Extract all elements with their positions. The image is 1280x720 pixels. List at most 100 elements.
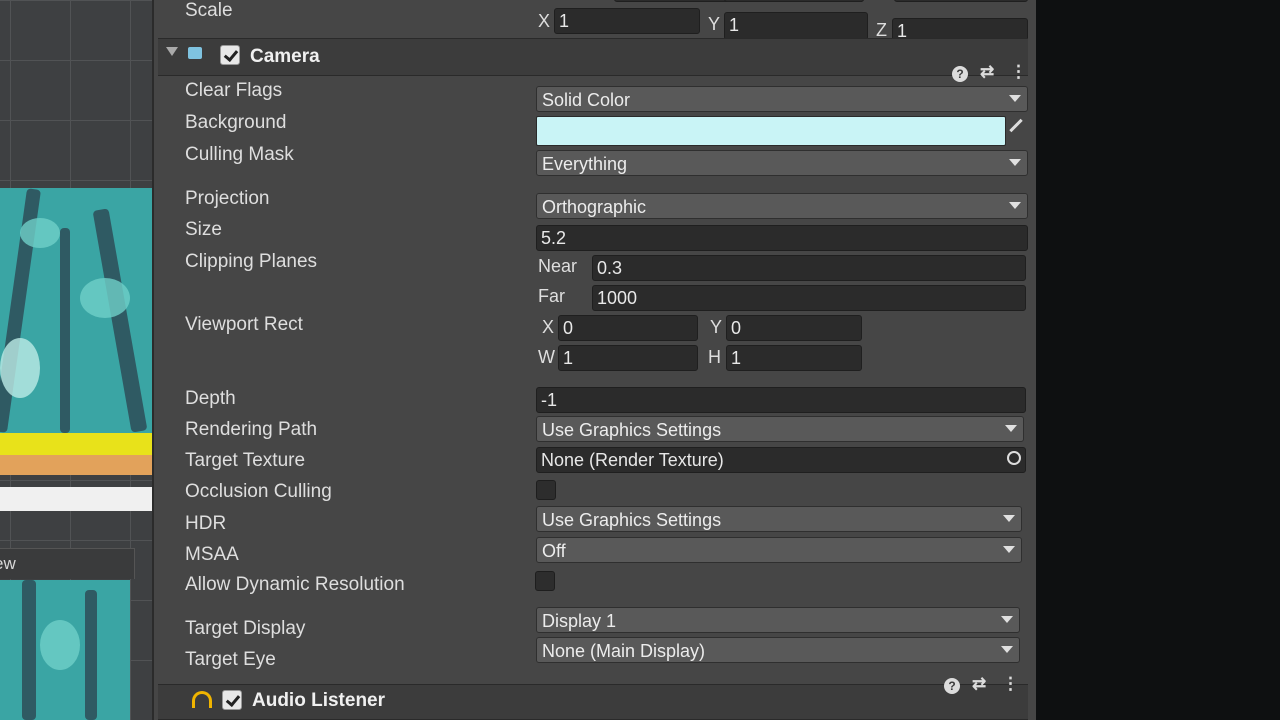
game-view-tab[interactable]: ew: [0, 548, 135, 579]
camera-icon: [188, 47, 202, 59]
tree-trunk: [92, 208, 148, 433]
near-clip-field[interactable]: 0.3: [592, 255, 1026, 281]
rotation-z-partial[interactable]: Z 0: [894, 0, 1028, 2]
clear-flags-dropdown[interactable]: Solid Color: [536, 86, 1028, 112]
viewport-y-field[interactable]: 0: [726, 315, 862, 341]
hdr-dropdown[interactable]: Use Graphics Settings: [536, 506, 1022, 532]
context-menu-icon[interactable]: ⋮: [1010, 62, 1027, 82]
clipping-planes-label: Clipping Planes: [185, 251, 318, 272]
eyedropper-icon[interactable]: [1009, 118, 1023, 133]
viewport-x-field[interactable]: 0: [558, 315, 698, 341]
dark-background: [1036, 0, 1280, 720]
msaa-dropdown[interactable]: Off: [536, 537, 1022, 563]
chevron-down-icon: [1005, 425, 1017, 432]
msaa-value: Off: [542, 541, 566, 561]
scale-x-field[interactable]: 1: [554, 8, 700, 34]
foldout-arrow-icon[interactable]: [166, 47, 178, 56]
scale-x-axis: X: [538, 11, 551, 31]
scale-label: Scale: [185, 0, 233, 21]
far-clip-field[interactable]: 1000: [592, 285, 1026, 311]
size-label: Size: [185, 219, 222, 240]
clear-flags-value: Solid Color: [542, 90, 631, 110]
tree-trunk: [22, 580, 36, 720]
projection-value: Orthographic: [542, 197, 647, 217]
tree-leaves: [20, 218, 60, 248]
help-icon[interactable]: ?: [944, 678, 960, 694]
tree-leaves: [0, 338, 40, 398]
help-icon[interactable]: ?: [952, 66, 968, 82]
occlusion-culling-checkbox[interactable]: [536, 480, 556, 500]
target-eye-value: None (Main Display): [542, 641, 706, 661]
presets-icon[interactable]: ⇄: [972, 674, 986, 694]
allow-dynamic-resolution-label: Allow Dynamic Resolution: [185, 574, 405, 595]
context-menu-icon[interactable]: ⋮: [1002, 674, 1019, 694]
target-texture-label: Target Texture: [185, 450, 306, 471]
tree-leaves: [80, 278, 130, 318]
scene-view[interactable]: ew: [0, 0, 152, 720]
msaa-label: MSAA: [185, 544, 239, 565]
inspector-panel: Z 0 Scale X 1 Y 1 Z 1 Camera ? ⇄ ⋮ Clear…: [152, 0, 1038, 720]
rotation-z-partial-text: Z 0: [899, 0, 919, 1]
rotation-y-partial[interactable]: [724, 0, 864, 2]
object-picker-icon[interactable]: [1007, 451, 1021, 465]
white-strip: [0, 487, 152, 511]
depth-field[interactable]: -1: [536, 387, 1026, 413]
audio-listener-title: Audio Listener: [252, 690, 386, 711]
viewport-w-field[interactable]: 1: [558, 345, 698, 371]
game-view-tab-label: ew: [0, 554, 16, 573]
target-texture-value: None (Render Texture): [541, 450, 724, 470]
audio-listener-component-header[interactable]: Audio Listener: [158, 684, 1028, 720]
viewport-h-axis: H: [708, 347, 721, 367]
background-label: Background: [185, 112, 287, 133]
headphones-icon: [192, 691, 212, 708]
grass-tile-row: [0, 433, 152, 455]
viewport-x-axis: X: [542, 317, 555, 337]
target-eye-label: Target Eye: [185, 649, 276, 670]
clear-flags-label: Clear Flags: [185, 80, 283, 101]
target-display-dropdown[interactable]: Display 1: [536, 607, 1020, 633]
hdr-label: HDR: [185, 513, 227, 534]
depth-label: Depth: [185, 388, 236, 409]
projection-label: Projection: [185, 188, 270, 209]
audio-listener-enabled-checkbox[interactable]: [222, 690, 242, 710]
game-view-forest: [0, 580, 130, 720]
target-display-label: Target Display: [185, 618, 306, 639]
chevron-down-icon: [1003, 515, 1015, 522]
chevron-down-icon: [1003, 546, 1015, 553]
hdr-value: Use Graphics Settings: [542, 510, 722, 530]
tree-leaves: [40, 620, 80, 670]
occlusion-culling-label: Occlusion Culling: [185, 481, 332, 502]
chevron-down-icon: [1009, 202, 1021, 209]
background-color-field[interactable]: [536, 116, 1006, 146]
camera-component-header[interactable]: Camera: [158, 38, 1028, 76]
allow-dynamic-resolution-checkbox[interactable]: [535, 571, 555, 591]
chevron-down-icon: [1001, 646, 1013, 653]
target-eye-dropdown[interactable]: None (Main Display): [536, 637, 1020, 663]
tree-trunk: [85, 590, 97, 720]
viewport-w-axis: W: [538, 347, 555, 367]
viewport-y-axis: Y: [710, 317, 723, 337]
rendering-path-dropdown[interactable]: Use Graphics Settings: [536, 416, 1024, 442]
chevron-down-icon: [1001, 616, 1013, 623]
camera-enabled-checkbox[interactable]: [220, 45, 240, 65]
chevron-down-icon: [1009, 159, 1021, 166]
projection-dropdown[interactable]: Orthographic: [536, 193, 1028, 219]
target-texture-field[interactable]: None (Render Texture): [536, 447, 1026, 473]
camera-title: Camera: [250, 46, 320, 67]
chevron-down-icon: [1009, 95, 1021, 102]
scale-y-field[interactable]: 1: [724, 12, 868, 40]
target-display-value: Display 1: [542, 611, 617, 631]
dirt-tile-row: [0, 455, 152, 475]
rendering-path-value: Use Graphics Settings: [542, 420, 722, 440]
culling-mask-dropdown[interactable]: Everything: [536, 150, 1028, 176]
scene-forest-top: [0, 188, 152, 433]
culling-mask-value: Everything: [542, 154, 628, 174]
presets-icon[interactable]: ⇄: [980, 62, 994, 82]
rendering-path-label: Rendering Path: [185, 419, 318, 440]
scale-y-axis: Y: [708, 14, 721, 34]
culling-mask-label: Culling Mask: [185, 144, 294, 165]
size-field[interactable]: 5.2: [536, 225, 1028, 251]
viewport-h-field[interactable]: 1: [726, 345, 862, 371]
near-label: Near: [538, 256, 578, 276]
tree-trunk: [60, 228, 70, 433]
